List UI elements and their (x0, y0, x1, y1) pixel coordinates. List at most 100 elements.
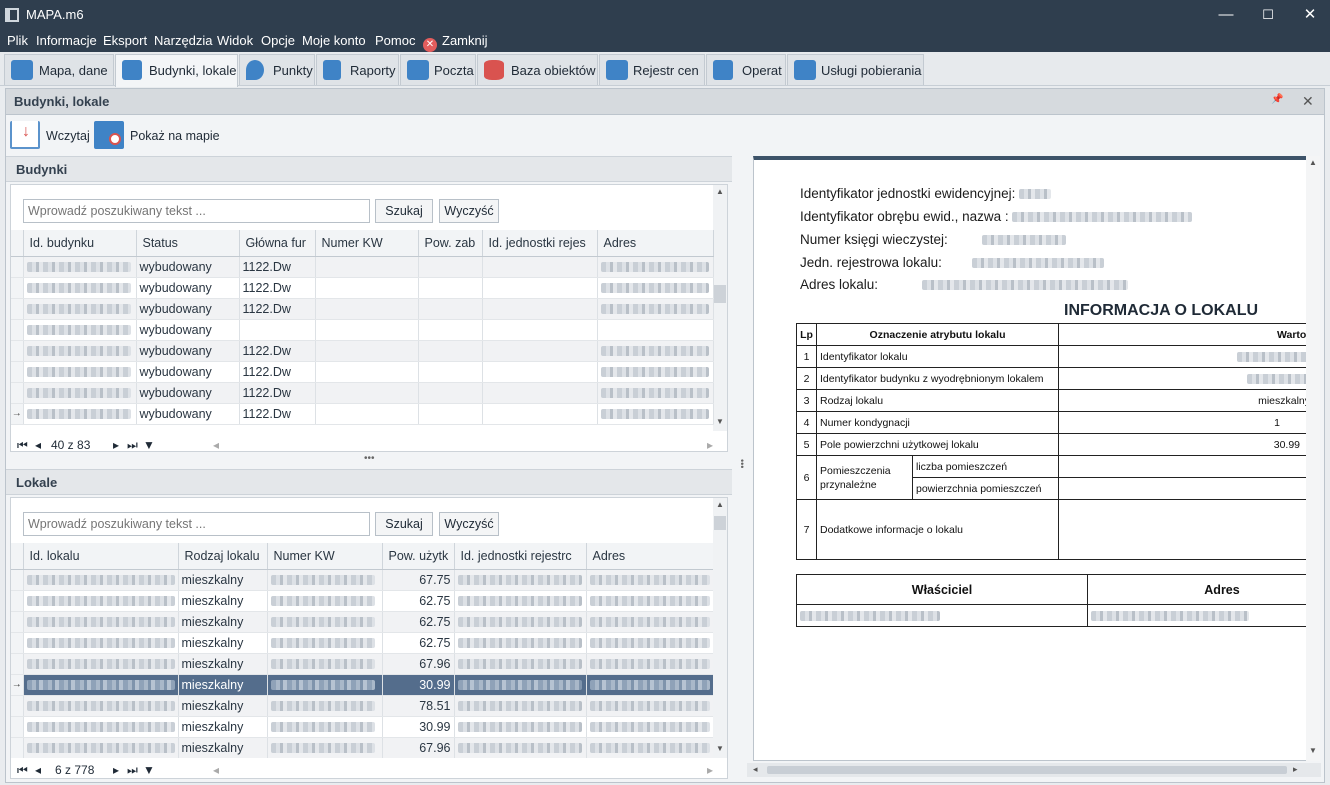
tab-baza-obiektow[interactable]: Baza obiektów (477, 54, 598, 85)
menu-widok[interactable]: Widok (217, 33, 253, 48)
table-row[interactable]: mieszkalny 62.75 (11, 590, 713, 612)
table-row[interactable]: mieszkalny 67.75 (11, 569, 713, 591)
area-cell (418, 256, 483, 278)
show-on-map-button[interactable]: Pokaż na mapie (94, 121, 224, 151)
address-cell (586, 611, 713, 633)
table-row[interactable]: → mieszkalny 30.99 (11, 674, 713, 696)
table-row[interactable]: → wybudowany 1122.Dw (11, 403, 714, 425)
function-cell: 1122.Dw (239, 361, 316, 383)
maximize-button[interactable]: ☐ (1254, 4, 1282, 26)
col-id-jednostki[interactable]: Id. jednostki rejestrc (454, 543, 587, 570)
buildings-clear-button[interactable]: Wyczyść (439, 199, 499, 223)
download-icon: ↓ (10, 121, 40, 149)
scroll-left-icon[interactable]: ◂ (213, 438, 219, 452)
next-page-icon[interactable]: ▸ (113, 763, 119, 777)
col-glowna-funkcja[interactable]: Główna fur (239, 230, 316, 257)
table-row[interactable]: wybudowany 1122.Dw (11, 340, 714, 362)
minimize-button[interactable]: — (1212, 4, 1240, 26)
prev-page-icon[interactable]: ◂ (35, 438, 41, 452)
locals-search-button[interactable]: Szukaj (375, 512, 433, 536)
col-adres[interactable]: Adres (586, 543, 713, 570)
table-row[interactable]: mieszkalny 62.75 (11, 611, 713, 633)
panel-close-icon[interactable]: ✕ (1302, 93, 1314, 110)
col-id-jednostki[interactable]: Id. jednostki rejes (482, 230, 598, 257)
col-numer-kw[interactable]: Numer KW (267, 543, 383, 570)
unit-id-cell (482, 403, 598, 425)
local-id-cell (23, 716, 179, 738)
table-row[interactable]: mieszkalny 30.99 (11, 716, 713, 738)
col-id-lokalu[interactable]: Id. lokalu (23, 543, 179, 570)
usable-area-cell: 67.96 (382, 737, 455, 758)
col-numer-kw[interactable]: Numer KW (315, 230, 419, 257)
col-pow-uzytkowa[interactable]: Pow. użytk (382, 543, 455, 570)
table-row[interactable]: wybudowany 1122.Dw (11, 277, 714, 299)
splitter-handle[interactable]: ••• (364, 453, 375, 464)
menu-moje-konto[interactable]: Moje konto (302, 33, 366, 48)
report-owners-table: Właściciel Adres (796, 574, 1313, 627)
table-row[interactable]: wybudowany 1122.Dw (11, 298, 714, 320)
menu-informacje[interactable]: Informacje (36, 33, 97, 48)
filter-icon[interactable]: ▼ (143, 763, 155, 777)
prev-page-icon[interactable]: ◂ (35, 763, 41, 777)
report-vscroll[interactable]: ▲ ▼ (1306, 156, 1320, 761)
table-row[interactable]: mieszkalny 78.51 (11, 695, 713, 717)
next-page-icon[interactable]: ▸ (113, 438, 119, 452)
table-row[interactable]: wybudowany 1122.Dw (11, 256, 714, 278)
menu-opcje[interactable]: Opcje (261, 33, 295, 48)
locals-search-input[interactable] (23, 512, 370, 536)
buildings-title: Budynki (16, 162, 68, 177)
pin-icon[interactable]: 📌 (1271, 94, 1283, 105)
local-type-cell: mieszkalny (178, 674, 268, 696)
tab-raporty[interactable]: Raporty (316, 54, 399, 85)
tab-uslugi-pobierania[interactable]: Usługi pobierania (787, 54, 924, 85)
table-row[interactable]: mieszkalny 67.96 (11, 737, 713, 758)
scroll-left-icon[interactable]: ◂ (213, 763, 219, 777)
usable-area-cell: 67.96 (382, 653, 455, 675)
tab-punkty[interactable]: Punkty (239, 54, 315, 85)
table-row[interactable]: mieszkalny 62.75 (11, 632, 713, 654)
col-rodzaj-lokalu[interactable]: Rodzaj lokalu (178, 543, 268, 570)
value-cell (1058, 477, 1313, 500)
tab-budynki-lokale[interactable]: Budynki, lokale (115, 54, 238, 87)
first-page-icon[interactable]: ⏮ (17, 438, 28, 453)
table-row[interactable]: wybudowany 1122.Dw (11, 361, 714, 383)
tab-poczta[interactable]: Poczta (400, 54, 476, 85)
table-row[interactable]: wybudowany (11, 319, 714, 341)
menu-plik[interactable]: Plik (7, 33, 28, 48)
panel-title: Budynki, lokale (14, 94, 110, 109)
col-value: Wartość (1058, 323, 1313, 346)
report-hscroll[interactable]: ◂ ▸ (747, 763, 1321, 777)
local-id-cell (23, 569, 179, 591)
menu-zamknij[interactable]: ✕ Zamknij (423, 33, 488, 52)
tab-operat[interactable]: Operat (706, 54, 786, 85)
close-window-button[interactable]: ✕ (1296, 4, 1324, 26)
tab-mapa-dane[interactable]: Mapa, dane (4, 54, 114, 85)
kw-cell (315, 340, 419, 362)
tab-rejestr-cen[interactable]: Rejestr cen (599, 54, 705, 85)
locals-container: Szukaj Wyczyść ▲ ▼ Id. lokalu Rodzaj lok… (10, 497, 728, 779)
address-cell (597, 319, 714, 341)
last-page-icon[interactable]: ⏭ (127, 763, 138, 778)
load-button[interactable]: ↓ Wczytaj (10, 121, 94, 151)
col-adres[interactable]: Adres (597, 230, 714, 257)
buildings-search-input[interactable] (23, 199, 370, 223)
scroll-right-icon[interactable]: ▸ (707, 763, 713, 777)
table-row[interactable]: mieszkalny 67.96 (11, 653, 713, 675)
menu-narzedzia[interactable]: Narzędzia (154, 33, 213, 48)
vertical-splitter-handle[interactable]: ••• (737, 459, 747, 468)
buildings-search-button[interactable]: Szukaj (375, 199, 433, 223)
col-id-budynku[interactable]: Id. budynku (23, 230, 137, 257)
kw-cell (267, 737, 383, 758)
buildings-scrollbar[interactable]: ▲ ▼ (713, 185, 727, 431)
menu-pomoc[interactable]: Pomoc (375, 33, 415, 48)
scroll-right-icon[interactable]: ▸ (707, 438, 713, 452)
filter-icon[interactable]: ▼ (143, 438, 155, 452)
locals-scrollbar[interactable]: ▲ ▼ (713, 498, 727, 758)
col-status[interactable]: Status (136, 230, 240, 257)
last-page-icon[interactable]: ⏭ (127, 438, 138, 453)
menu-eksport[interactable]: Eksport (103, 33, 147, 48)
first-page-icon[interactable]: ⏮ (17, 763, 28, 778)
table-row[interactable]: wybudowany 1122.Dw (11, 382, 714, 404)
locals-clear-button[interactable]: Wyczyść (439, 512, 499, 536)
col-pow-zab[interactable]: Pow. zab (418, 230, 483, 257)
